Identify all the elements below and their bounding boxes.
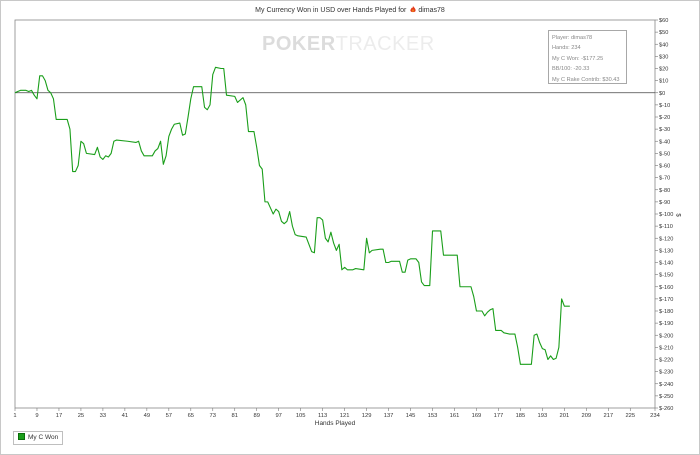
- y-tick-label: $-10: [659, 103, 670, 109]
- x-axis-title: Hands Played: [314, 420, 356, 427]
- x-tick-label: 89: [253, 413, 259, 419]
- x-tick-label: 33: [100, 413, 106, 419]
- info-rake: My C Rake Contrib: $30.43: [552, 76, 620, 83]
- y-tick-label: $20: [659, 67, 668, 73]
- x-tick-label: 113: [318, 413, 327, 419]
- y-tick-label: $-240: [659, 382, 673, 388]
- y-axis-title: $: [674, 213, 681, 217]
- y-tick-label: $50: [659, 30, 668, 36]
- x-tick-label: 121: [340, 413, 350, 419]
- legend-label: My C Won: [28, 434, 59, 441]
- y-tick-label: $-40: [659, 139, 670, 145]
- y-tick-label: $-100: [659, 212, 673, 218]
- y-tick-label: $-30: [659, 127, 670, 133]
- y-tick-label: $-170: [659, 297, 673, 303]
- x-tick-label: 137: [384, 413, 394, 419]
- x-tick-label: 161: [450, 413, 460, 419]
- y-tick-label: $-120: [659, 236, 673, 242]
- y-tick-label: $-190: [659, 321, 673, 327]
- x-tick-label: 97: [275, 413, 281, 419]
- y-tick-label: $-50: [659, 151, 670, 157]
- x-tick-label: 209: [581, 413, 591, 419]
- y-tick-label: $-20: [659, 115, 670, 121]
- x-tick-label: 177: [494, 413, 504, 419]
- y-tick-label: $-160: [659, 285, 673, 291]
- x-tick-label: 25: [78, 413, 84, 419]
- info-bb100: BB/100: -20.33: [552, 66, 590, 73]
- y-tick-label: $-70: [659, 176, 670, 182]
- x-tick-label: 65: [188, 413, 194, 419]
- x-tick-label: 145: [406, 413, 416, 419]
- x-tick-label: 201: [560, 413, 570, 419]
- y-tick-label: $-230: [659, 370, 673, 376]
- y-tick-label: $10: [659, 79, 668, 85]
- x-tick-label: 234: [650, 413, 660, 419]
- y-tick-label: $-210: [659, 345, 673, 351]
- x-tick-label: 217: [603, 413, 613, 419]
- x-tick-label: 41: [122, 413, 128, 419]
- legend-swatch: [18, 433, 25, 440]
- x-tick-label: 17: [56, 413, 62, 419]
- x-tick-label: 153: [428, 413, 438, 419]
- y-tick-label: $-90: [659, 200, 670, 206]
- x-tick-label: 73: [210, 413, 216, 419]
- y-tick-label: $-60: [659, 164, 670, 170]
- y-tick-label: $30: [659, 54, 668, 60]
- y-tick-label: $-260: [659, 406, 673, 412]
- x-tick-label: 129: [362, 413, 372, 419]
- y-tick-label: $60: [659, 18, 668, 24]
- x-tick-label: 57: [166, 413, 172, 419]
- y-tick-label: $-150: [659, 273, 673, 279]
- x-tick-label: 49: [144, 413, 150, 419]
- y-tick-label: $-140: [659, 261, 673, 267]
- y-tick-label: $-130: [659, 248, 673, 254]
- x-tick-label: 225: [625, 413, 635, 419]
- y-tick-label: $-220: [659, 358, 673, 364]
- y-tick-label: $-110: [659, 224, 673, 230]
- y-tick-label: $40: [659, 42, 668, 48]
- x-tick-label: 193: [538, 413, 548, 419]
- series-line-my-c-won: [14, 66, 570, 365]
- y-tick-label: $0: [659, 91, 665, 97]
- info-player: Player: dimas78: [552, 35, 593, 41]
- legend[interactable]: My C Won: [13, 431, 63, 445]
- stats-info-box: Player: dimas78 Hands: 234 My C Won: -$1…: [548, 30, 627, 84]
- x-tick-label: 169: [472, 413, 482, 419]
- x-tick-label: 1: [13, 413, 16, 419]
- x-tick-label: 185: [516, 413, 526, 419]
- y-tick-label: $-200: [659, 333, 673, 339]
- x-tick-label: 9: [35, 413, 38, 419]
- info-won: My C Won: -$177.25: [552, 55, 604, 62]
- x-tick-label: 81: [232, 413, 238, 419]
- y-tick-label: $-80: [659, 188, 670, 194]
- info-hands: Hands: 234: [552, 45, 581, 52]
- y-tick-label: $-250: [659, 394, 673, 400]
- y-tick-label: $-180: [659, 309, 673, 315]
- x-tick-label: 105: [296, 413, 306, 419]
